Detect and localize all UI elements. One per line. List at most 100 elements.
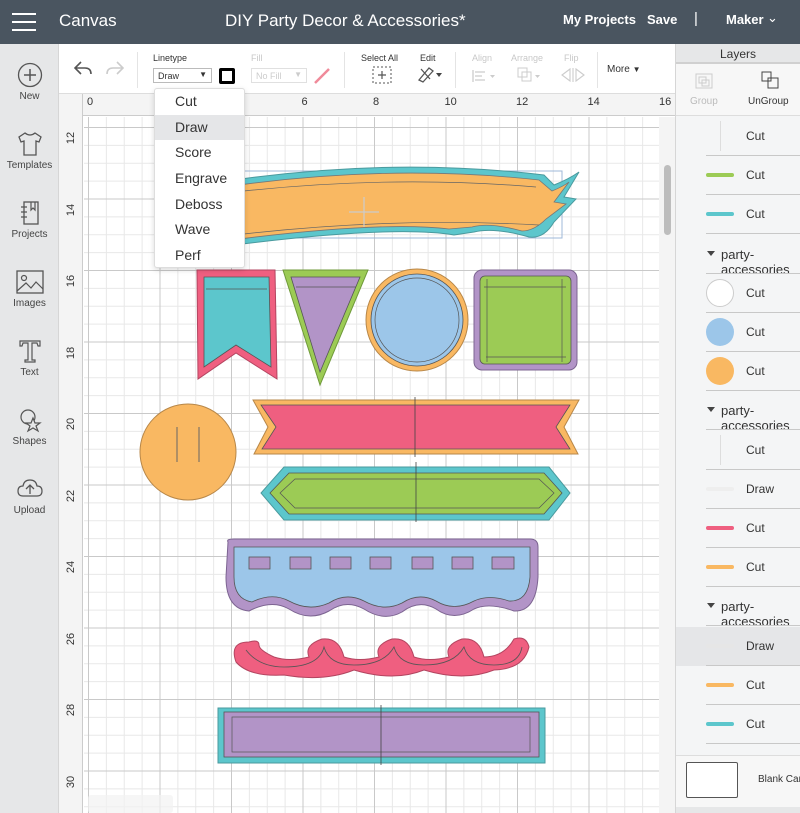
my-projects-link[interactable]: My Projects (563, 12, 636, 27)
green-hexagon-banner-shape[interactable] (260, 462, 571, 522)
fill-select[interactable]: No Fill ▼ (251, 68, 307, 83)
select-all-label: Select All (361, 53, 399, 63)
layer-row[interactable]: Cut (676, 666, 800, 705)
group-button[interactable]: Group (690, 96, 718, 107)
layer-swatch (720, 121, 721, 151)
orange-circle-shape[interactable] (139, 403, 237, 501)
fill-color-none-icon[interactable] (313, 67, 331, 85)
ruler-tick-label: 18 (65, 346, 77, 359)
ruler-tick-label: 22 (65, 489, 77, 502)
layer-label: Cut (746, 325, 765, 339)
sidebar-item-projects[interactable]: Projects (0, 200, 59, 240)
left-sidebar: New Templates Projects Images Text Shape… (0, 44, 59, 813)
layer-row[interactable]: Cut (676, 313, 800, 352)
linetype-select[interactable]: Draw ▼ (153, 68, 212, 83)
linetype-option-draw[interactable]: Draw (155, 114, 244, 141)
layer-row[interactable]: Cut (676, 431, 800, 470)
edit-pencil-icon[interactable] (416, 65, 442, 83)
layer-row[interactable]: Cut (676, 117, 800, 156)
layer-swatch (706, 278, 734, 307)
linetype-option-score[interactable]: Score (155, 140, 244, 166)
ruler-tick-label: 0 (87, 96, 94, 108)
collapse-triangle-icon[interactable] (707, 407, 715, 413)
collapse-triangle-icon[interactable] (707, 603, 715, 609)
layer-group-row[interactable]: party-accessories (676, 587, 800, 629)
sidebar-item-text[interactable]: Text (0, 338, 59, 378)
hamburger-menu-icon[interactable] (12, 13, 36, 31)
sidebar-label: Projects (11, 229, 48, 240)
layer-row[interactable]: Cut (676, 509, 800, 548)
layers-list[interactable]: Cut Cut Cut party-accessories Cut Cut Cut party… (676, 117, 800, 755)
save-button[interactable]: Save (647, 12, 677, 27)
layer-row[interactable]: Cut (676, 548, 800, 588)
swirl-border-shape[interactable] (233, 637, 530, 679)
linetype-option-wave[interactable]: Wave (155, 217, 244, 243)
layer-swatch (720, 434, 721, 465)
sidebar-item-new[interactable]: New (0, 62, 59, 102)
layer-row[interactable]: Cut (676, 274, 800, 313)
linetype-dropdown-menu: Cut Draw Score Engrave Deboss Wave Perf (154, 88, 245, 268)
layer-label: Cut (746, 677, 765, 692)
layer-group-row[interactable]: party-accessories (676, 235, 800, 277)
layer-swatch (706, 486, 734, 491)
layer-swatch (706, 682, 734, 687)
layer-row[interactable]: Cut (676, 352, 800, 392)
ungroup-button[interactable]: UnGroup (748, 96, 789, 107)
linetype-option-perf[interactable]: Perf (155, 243, 244, 269)
layer-label: Cut (746, 560, 765, 575)
collapse-triangle-icon[interactable] (707, 250, 715, 256)
layers-panel: Layers Group UnGroup Cut Cut Cut party-acce… (675, 44, 800, 813)
undo-icon[interactable] (73, 60, 93, 76)
layer-swatch (706, 212, 734, 217)
sidebar-item-templates[interactable]: Templates (0, 131, 59, 171)
more-menu[interactable]: More ▼ (607, 64, 641, 75)
scalloped-banner-shape[interactable] (225, 538, 539, 617)
layer-swatch (706, 565, 734, 570)
triangle-pennant-shape[interactable] (282, 269, 369, 387)
layer-row[interactable]: Cut (676, 705, 800, 744)
linetype-option-cut[interactable]: Cut (155, 89, 244, 115)
ruler-vertical: 12 14 16 18 20 22 24 26 28 30 (59, 94, 83, 813)
pink-banner-shape[interactable] (252, 397, 580, 457)
linetype-option-deboss[interactable]: Deboss (155, 192, 244, 218)
layer-row[interactable]: Cut (676, 156, 800, 196)
align-label: Align (472, 53, 493, 63)
ruler-tick-label: 20 (65, 417, 77, 431)
zoom-control[interactable] (88, 795, 173, 813)
blank-canvas-swatch[interactable] (686, 762, 738, 798)
redo-icon[interactable] (105, 60, 125, 76)
blank-canvas-row[interactable]: Blank Canvas (676, 755, 800, 807)
pennant-flag-shape[interactable] (196, 269, 278, 380)
purple-rectangle-banner-shape[interactable] (217, 705, 546, 765)
select-all-icon[interactable] (372, 66, 392, 84)
ruler-tick-label: 16 (659, 96, 672, 108)
ruler-tick-label: 12 (65, 131, 77, 145)
layer-row[interactable]: Draw (676, 470, 800, 509)
layer-row[interactable]: Draw (676, 626, 800, 666)
layer-group-row[interactable]: party-accessories (676, 391, 800, 433)
square-shape[interactable] (473, 269, 578, 371)
sidebar-item-images[interactable]: Images (0, 269, 59, 309)
chevron-down-icon[interactable]: ⌄ (767, 10, 778, 26)
layer-label: Cut (746, 168, 765, 183)
image-icon (15, 270, 44, 294)
sidebar-label: New (19, 91, 40, 102)
arrange-label: Arrange (511, 53, 544, 63)
vertical-scrollbar[interactable] (659, 117, 675, 813)
dropdown-arrow-icon: ▼ (632, 65, 641, 74)
layer-row[interactable]: Cut (676, 195, 800, 235)
ribbon-banner-shape[interactable] (233, 166, 580, 246)
linetype-option-engrave[interactable]: Engrave (155, 166, 244, 192)
fill-value: No Fill (256, 71, 282, 81)
line-color-swatch[interactable] (219, 68, 235, 84)
separator: | (694, 10, 698, 27)
machine-select[interactable]: Maker (726, 12, 764, 27)
ruler-tick-label: 16 (65, 274, 77, 288)
layer-swatch (706, 526, 734, 530)
sidebar-item-upload[interactable]: Upload (0, 476, 59, 516)
sidebar-item-shapes[interactable]: Shapes (0, 407, 59, 447)
scrollbar-thumb[interactable] (664, 165, 671, 235)
circle-shape[interactable] (365, 268, 469, 372)
ruler-tick-label: 12 (516, 96, 529, 108)
dropdown-arrow-icon: ▼ (199, 70, 207, 79)
